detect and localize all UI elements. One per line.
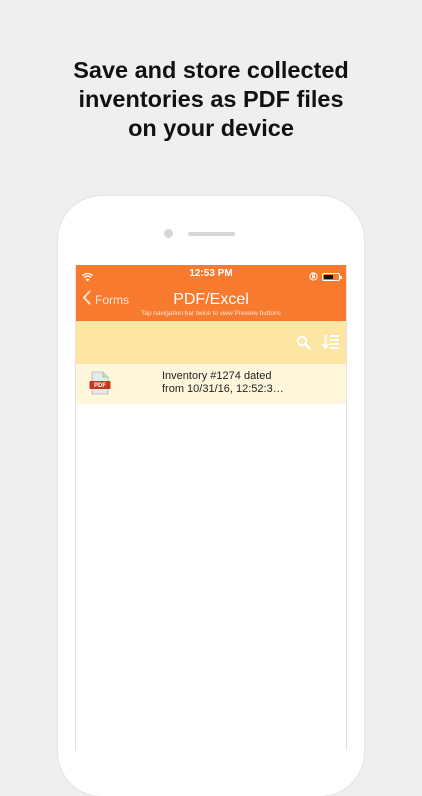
navigation-bar[interactable]: Forms PDF/Excel Tap navigation bar twice… [76, 283, 346, 321]
toolbar [76, 321, 346, 364]
battery-icon [322, 273, 342, 281]
sort-icon[interactable] [321, 334, 340, 355]
pdf-badge-label: PDF [94, 383, 106, 389]
promo-line-3: on your device [128, 115, 294, 141]
status-bar: 12:53 PM [76, 265, 346, 283]
battery-level [324, 275, 334, 279]
promo-line-2: inventories as PDF files [78, 86, 344, 112]
page-title: PDF/Excel [173, 291, 249, 308]
search-icon[interactable] [296, 335, 311, 355]
app-screen: 12:53 PM Forms PDF/Excel Tap navigation … [75, 265, 347, 750]
file-list-item[interactable]: PDF Inventory #1274 dated from 10/31/16,… [76, 364, 346, 404]
promo-line-1: Save and store collected [73, 57, 349, 83]
phone-camera [164, 229, 173, 238]
file-title: Inventory #1274 dated from 10/31/16, 12:… [162, 370, 284, 396]
phone-speaker [188, 232, 235, 236]
page-subtitle: Tap navigation bar twice to view Preview… [141, 310, 281, 317]
status-time: 12:53 PM [189, 268, 233, 279]
file-title-line-2: from 10/31/16, 12:52:3… [162, 383, 284, 395]
pdf-file-icon: PDF [89, 371, 111, 400]
file-title-line-1: Inventory #1274 dated [162, 370, 272, 382]
promo-headline: Save and store collected inventories as … [0, 56, 422, 143]
